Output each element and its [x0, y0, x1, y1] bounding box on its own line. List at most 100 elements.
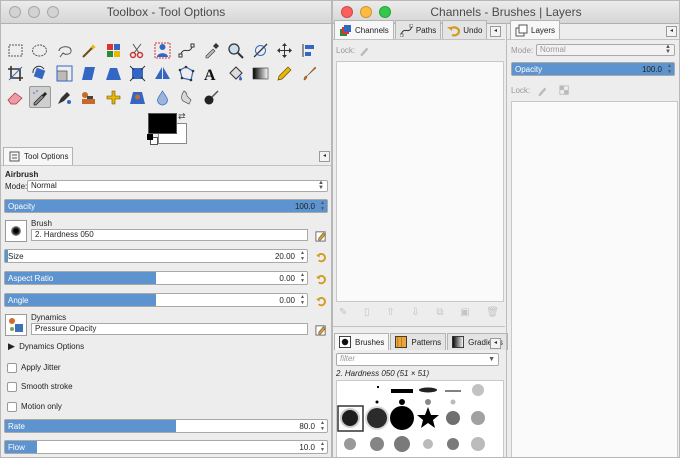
- tab-layers[interactable]: Layers: [510, 20, 561, 39]
- aspect-ratio-slider[interactable]: Aspect Ratio 0.00 ▲ ▼: [4, 271, 308, 285]
- pencil-icon[interactable]: [274, 63, 296, 85]
- align-icon[interactable]: [298, 39, 320, 61]
- brush-grid[interactable]: [336, 380, 504, 457]
- tab-channels[interactable]: Channels: [334, 20, 394, 39]
- tab-patterns[interactable]: Patterns: [390, 333, 447, 350]
- flip-icon[interactable]: [151, 63, 173, 85]
- move-icon[interactable]: [274, 39, 296, 61]
- rate-slider-value: 80.0: [299, 422, 315, 431]
- measure-icon[interactable]: [249, 39, 271, 61]
- tool-options-icon: [8, 150, 21, 163]
- minimize-window-button[interactable]: [28, 6, 40, 18]
- paintbrush-icon[interactable]: [298, 63, 320, 85]
- dynamics-preview-button[interactable]: [5, 314, 27, 336]
- bucket-fill-icon[interactable]: [225, 63, 247, 85]
- brush-filter-input[interactable]: filter ▼: [336, 353, 499, 366]
- dynamics-name-field[interactable]: Pressure Opacity: [31, 323, 308, 335]
- size-slider[interactable]: Size 20.00 ▲ ▼: [4, 249, 308, 263]
- color-picker-icon[interactable]: [200, 39, 222, 61]
- tool-options-menu-button[interactable]: ◂: [319, 151, 330, 162]
- crop-icon[interactable]: [4, 63, 26, 85]
- heal-icon[interactable]: [102, 86, 124, 108]
- paths-icon[interactable]: [176, 39, 198, 61]
- rotate-icon[interactable]: [29, 63, 51, 85]
- dynamics-options-expander[interactable]: ▶ Dynamics Options: [8, 341, 84, 352]
- delete-channel-icon[interactable]: 🗑: [486, 307, 499, 318]
- brush-preview-button[interactable]: [5, 220, 27, 242]
- reset-aspect-ratio-icon[interactable]: [314, 272, 327, 285]
- reset-size-icon[interactable]: [314, 250, 327, 263]
- lower-channel-icon[interactable]: ⇩: [411, 307, 419, 318]
- brushes-menu-button[interactable]: ◂: [490, 338, 501, 349]
- channel-to-selection-icon[interactable]: ▣: [460, 307, 469, 318]
- blur-icon[interactable]: [151, 86, 173, 108]
- unified-transform-icon[interactable]: [127, 63, 149, 85]
- flow-slider-label: Flow: [8, 443, 25, 452]
- flow-slider[interactable]: Flow 10.0 ▲ ▼: [4, 440, 328, 454]
- dodge-burn-icon[interactable]: [200, 86, 222, 108]
- brush-name-field[interactable]: 2. Hardness 050: [31, 229, 308, 241]
- lock-pixels-icon[interactable]: [536, 84, 549, 97]
- edit-brush-icon[interactable]: [314, 229, 327, 242]
- channels-menu-button[interactable]: ◂: [490, 26, 501, 37]
- close-window-button[interactable]: [9, 6, 21, 18]
- layers-menu-button[interactable]: ◂: [666, 26, 677, 37]
- motion-only-label: Motion only: [21, 402, 62, 411]
- lock-pixels-icon[interactable]: [358, 44, 371, 57]
- perspective-icon[interactable]: [102, 63, 124, 85]
- swap-colors-icon[interactable]: ⇄: [178, 111, 186, 122]
- edit-dynamics-icon[interactable]: [314, 323, 327, 336]
- zoom-icon[interactable]: [225, 39, 247, 61]
- spinner-arrows-icon: ▲ ▼: [320, 420, 325, 432]
- tab-brushes[interactable]: Brushes: [334, 333, 390, 350]
- tab-undo[interactable]: Undo: [442, 20, 488, 39]
- blend-icon[interactable]: [249, 63, 271, 85]
- toolbox-titlebar[interactable]: Toolbox - Tool Options: [1, 1, 331, 24]
- default-colors-icon[interactable]: [147, 134, 158, 145]
- cage-icon[interactable]: [176, 63, 198, 85]
- zoom-window-button[interactable]: [47, 6, 59, 18]
- foreground-select-icon[interactable]: [151, 39, 173, 61]
- rate-slider-label: Rate: [8, 422, 25, 431]
- mode-select[interactable]: Normal ▲ ▼: [27, 180, 328, 192]
- raise-channel-icon[interactable]: ⇧: [386, 307, 394, 318]
- airbrush-icon[interactable]: [28, 86, 51, 108]
- zoom-window-button[interactable]: [379, 6, 391, 18]
- scissors-select-icon[interactable]: [127, 39, 149, 61]
- lasso-icon[interactable]: [53, 39, 75, 61]
- channels-list[interactable]: [336, 61, 504, 302]
- lock-alpha-icon[interactable]: [558, 84, 571, 97]
- select-by-color-icon[interactable]: [102, 39, 124, 61]
- scale-icon[interactable]: [53, 63, 75, 85]
- fuzzy-select-icon[interactable]: [78, 39, 100, 61]
- layers-list[interactable]: [511, 101, 678, 457]
- duplicate-channel-icon[interactable]: ⧉: [436, 307, 443, 318]
- tab-paths[interactable]: Paths: [394, 20, 442, 39]
- close-window-button[interactable]: [341, 6, 353, 18]
- undo-history-icon: [447, 24, 461, 37]
- layers-mode-select[interactable]: Normal ▲ ▼: [536, 44, 675, 56]
- clone-icon[interactable]: [78, 86, 100, 108]
- reset-angle-icon[interactable]: [314, 294, 327, 307]
- new-channel-icon[interactable]: ▯: [364, 307, 370, 318]
- motion-only-checkbox[interactable]: [7, 402, 17, 412]
- perspective-clone-icon[interactable]: [127, 86, 149, 108]
- smudge-icon[interactable]: [176, 86, 198, 108]
- shear-icon[interactable]: [78, 63, 100, 85]
- spinner-arrows-icon: ▲ ▼: [300, 294, 305, 306]
- apply-jitter-checkbox[interactable]: [7, 363, 17, 373]
- smooth-stroke-checkbox[interactable]: [7, 382, 17, 392]
- angle-slider[interactable]: Angle 0.00 ▲ ▼: [4, 293, 308, 307]
- edit-channel-icon[interactable]: ✎: [339, 307, 347, 318]
- minimize-window-button[interactable]: [360, 6, 372, 18]
- opacity-slider[interactable]: Opacity 100.0 ▲ ▼: [4, 199, 328, 213]
- foreground-color-swatch[interactable]: [148, 113, 177, 134]
- ink-icon[interactable]: [53, 86, 75, 108]
- text-icon[interactable]: A: [200, 63, 222, 85]
- layers-opacity-slider[interactable]: Opacity 100.0 ▲ ▼: [511, 62, 675, 76]
- eraser-icon[interactable]: [4, 86, 26, 108]
- rect-select-icon[interactable]: [4, 39, 26, 61]
- tab-tool-options[interactable]: Tool Options: [3, 147, 74, 165]
- rate-slider[interactable]: Rate 80.0 ▲ ▼: [4, 419, 328, 433]
- ellipse-select-icon[interactable]: [29, 39, 51, 61]
